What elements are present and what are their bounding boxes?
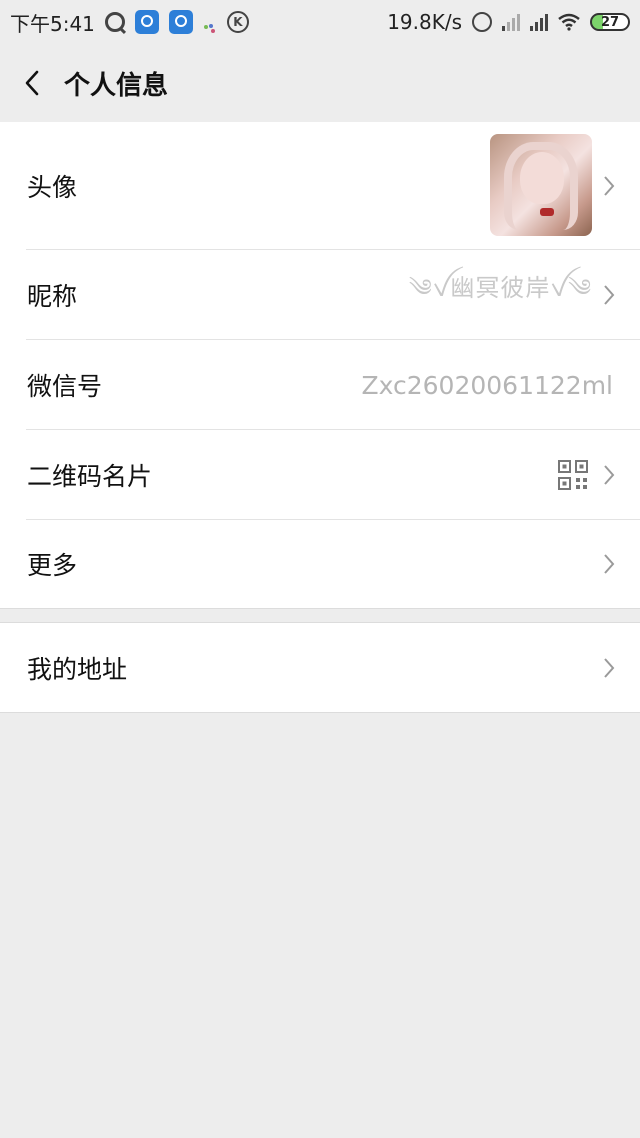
status-time: 下午5:41	[10, 11, 95, 36]
notification-app-icon-2	[168, 10, 193, 34]
avatar-label: 头像	[27, 173, 78, 202]
network-speed: 19.8K/s	[387, 10, 462, 34]
avatar	[490, 134, 592, 236]
status-bar: 下午5:41 K 19.8K/s 27	[0, 0, 640, 44]
profile-group: 头像 昵称 ༄ꪜ幽冥彼岸ꪜ༄ 微信号 Zxc26020061122ml 二维码名…	[0, 122, 640, 609]
k-app-icon: K	[226, 11, 249, 33]
address-group: 我的地址	[0, 622, 640, 713]
notification-app-icon	[134, 10, 159, 34]
qr-code-icon	[558, 460, 588, 490]
avatar-row[interactable]: 头像	[0, 122, 640, 250]
address-label: 我的地址	[27, 654, 128, 684]
back-button[interactable]	[2, 44, 62, 122]
chevron-left-icon	[25, 70, 39, 96]
wechat-id-value: Zxc26020061122ml	[361, 370, 614, 400]
more-row[interactable]: 更多	[0, 520, 640, 608]
signal-icon-sim2	[530, 13, 548, 31]
chevron-right-icon	[604, 176, 615, 196]
page-title: 个人信息	[64, 70, 169, 101]
nickname-label: 昵称	[27, 282, 78, 311]
chevron-right-icon	[604, 554, 615, 574]
chevron-right-icon	[604, 285, 615, 305]
alarm-icon	[472, 12, 492, 32]
qr-code-row[interactable]: 二维码名片	[0, 430, 640, 520]
address-row[interactable]: 我的地址	[0, 623, 640, 712]
nickname-value: ༄ꪜ幽冥彼岸ꪜ༄	[408, 273, 592, 302]
qr-code-label: 二维码名片	[27, 462, 153, 491]
battery-icon: 27	[590, 13, 630, 31]
status-left: 下午5:41 K	[10, 0, 249, 44]
signal-icon-sim1	[502, 13, 520, 31]
nav-bar: 个人信息	[0, 44, 640, 123]
status-right: 19.8K/s 27	[387, 0, 630, 44]
chevron-right-icon	[604, 465, 615, 485]
chevron-right-icon	[604, 657, 615, 678]
wifi-icon	[558, 13, 580, 31]
wechat-id-label: 微信号	[27, 372, 103, 401]
wechat-id-row: 微信号 Zxc26020061122ml	[0, 340, 640, 430]
nickname-row[interactable]: 昵称 ༄ꪜ幽冥彼岸ꪜ༄	[0, 250, 640, 340]
cat-icon	[203, 16, 217, 33]
more-label: 更多	[27, 551, 78, 580]
qq-browser-icon	[104, 12, 125, 32]
